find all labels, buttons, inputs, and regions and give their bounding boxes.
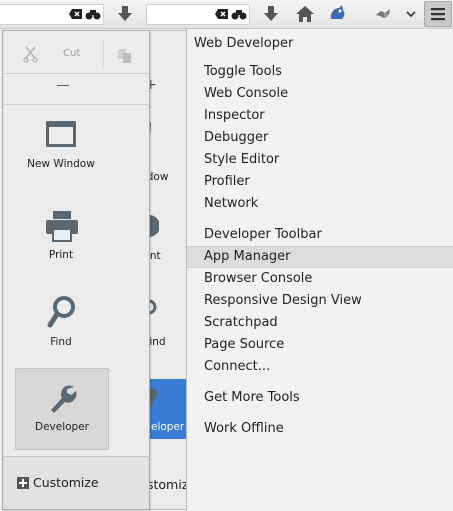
search-field-right[interactable]	[146, 4, 250, 25]
menu-item-debugger[interactable]: Debugger	[187, 127, 453, 149]
download-button[interactable]	[114, 3, 136, 25]
extension-icon	[330, 5, 345, 19]
binoculars-icon[interactable]	[231, 8, 247, 20]
edit-controls: Cut	[3, 35, 149, 74]
menu-item-profiler[interactable]: Profiler	[187, 171, 453, 193]
menu-item-inspector[interactable]: Inspector	[187, 105, 453, 127]
window-icon	[46, 121, 76, 147]
menu-title: Web Developer	[194, 36, 294, 51]
chevron-down-icon	[406, 11, 416, 18]
download-button-right[interactable]	[260, 3, 282, 25]
menu-item-style-editor[interactable]: Style Editor	[187, 149, 453, 171]
menu-item-developer-toolbar[interactable]: Developer Toolbar	[187, 224, 453, 246]
web-developer-menu: Web Developer Toggle Tools Web Console I…	[186, 29, 453, 511]
menu-item-app-manager[interactable]: App Manager	[187, 246, 453, 268]
developer-label: Developer	[34, 421, 89, 433]
dropdown-button[interactable]	[404, 3, 418, 25]
new-window-tile[interactable]: New Window	[15, 119, 107, 199]
copy-icon[interactable]	[117, 48, 133, 64]
hamburger-icon	[431, 8, 445, 21]
printer-icon	[46, 211, 78, 242]
divider	[103, 39, 104, 67]
zoom-controls: —	[3, 74, 149, 105]
menu-button[interactable]	[424, 1, 452, 27]
plus-icon	[17, 477, 29, 489]
clear-icon[interactable]	[69, 8, 83, 20]
extension-button[interactable]	[326, 3, 348, 25]
clear-icon[interactable]	[215, 8, 229, 20]
zoom-out-button[interactable]: —	[51, 78, 75, 98]
find-label: Find	[50, 336, 72, 348]
menu-item-web-console[interactable]: Web Console	[187, 83, 453, 105]
home-button[interactable]	[294, 3, 316, 25]
cut-button[interactable]: Cut	[23, 45, 83, 65]
new-window-label: New Window	[27, 158, 95, 170]
addon-icon	[376, 9, 390, 18]
menu-item-network[interactable]: Network	[187, 193, 453, 215]
app-menu-panel: Cut — New Window Print Find Developer Cu…	[2, 30, 150, 510]
ghost-developer-label: eloper	[151, 421, 185, 433]
customize-label: Customize	[33, 475, 99, 490]
menu-item-toggle-tools[interactable]: Toggle Tools	[187, 61, 453, 83]
menu-item-connect[interactable]: Connect...	[187, 356, 453, 378]
menu-item-browser-console[interactable]: Browser Console	[187, 268, 453, 290]
customize-button[interactable]: Customize	[17, 475, 117, 493]
find-tile[interactable]: Find	[15, 295, 107, 375]
menu-item-get-more-tools[interactable]: Get More Tools	[187, 387, 453, 409]
panel-footer: Customize	[3, 456, 149, 509]
download-arrow-icon	[264, 6, 278, 21]
wrench-icon	[51, 385, 77, 413]
toolbar-left	[0, 0, 148, 29]
developer-tile[interactable]: Developer	[15, 368, 109, 450]
print-label: Print	[48, 249, 74, 261]
magnifier-icon	[47, 296, 75, 328]
binoculars-icon[interactable]	[85, 8, 101, 20]
addon-button[interactable]	[372, 3, 394, 25]
print-tile[interactable]: Print	[15, 209, 107, 289]
ghost-developer-tile: eloper	[147, 379, 189, 439]
scissors-icon	[23, 46, 38, 63]
menu-item-work-offline[interactable]: Work Offline	[187, 418, 453, 440]
menu-item-responsive-design-view[interactable]: Responsive Design View	[187, 290, 453, 312]
menu-item-scratchpad[interactable]: Scratchpad	[187, 312, 453, 334]
cut-label: Cut	[63, 48, 81, 59]
menu-item-page-source[interactable]: Page Source	[187, 334, 453, 356]
download-arrow-icon	[118, 6, 132, 21]
home-icon	[296, 6, 314, 22]
search-field[interactable]	[0, 4, 104, 25]
toolbar-right	[146, 0, 453, 29]
